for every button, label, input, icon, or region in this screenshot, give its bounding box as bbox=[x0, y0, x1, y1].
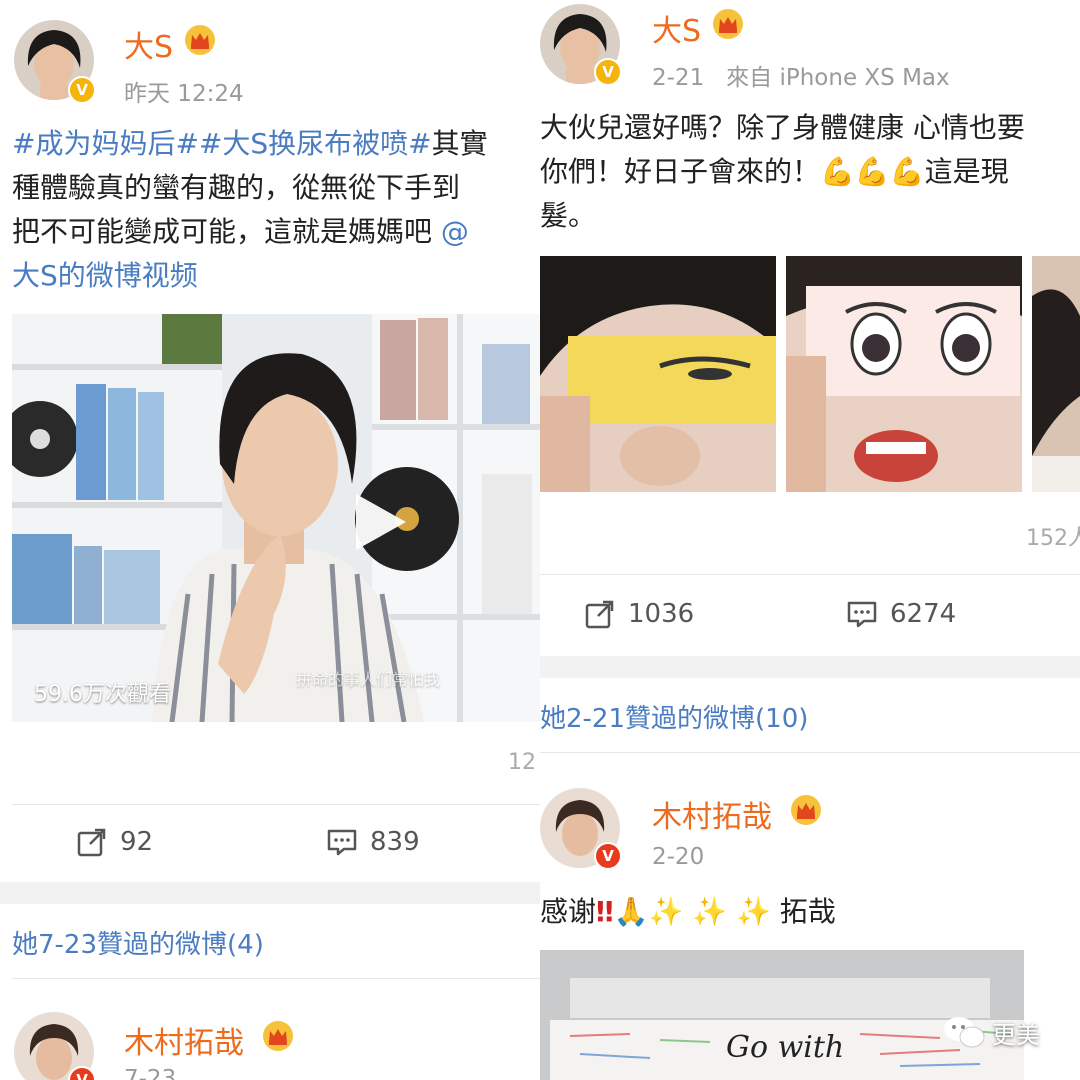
repost-count: 92 bbox=[120, 827, 154, 857]
sparkles-emoji: ✨ ✨ ✨ bbox=[648, 895, 771, 928]
wechat-icon bbox=[944, 1017, 985, 1048]
watermark: 更美 bbox=[942, 1014, 1040, 1050]
photo-handwriting: Go with bbox=[726, 1030, 845, 1065]
repost-button[interactable]: 1036 bbox=[584, 598, 694, 630]
hashtag-link[interactable]: #大S换尿布被喷# bbox=[199, 127, 432, 160]
post-text-line-1: #成为妈妈后##大S换尿布被喷#其實 bbox=[12, 127, 488, 160]
post-text-line-2: 種體驗真的蠻有趣的，從無從下手到 bbox=[12, 171, 461, 204]
hashtag-link[interactable]: #成为妈妈后# bbox=[12, 127, 199, 160]
right-screenshot: V 大S 2-21 來自 iPhone XS Max 大伙兒還好嗎？除了身體健康… bbox=[540, 0, 1080, 1080]
crown-icon bbox=[713, 9, 743, 39]
left-screenshot: V 大S 昨天 12:24 #成为妈妈后##大S换尿布被喷#其實 種體驗真的蠻有… bbox=[0, 0, 540, 1080]
divider bbox=[12, 804, 540, 805]
post-photo[interactable] bbox=[1032, 256, 1080, 492]
post-text-line-2: 你們！好日子會來的！💪💪💪這是現 bbox=[540, 155, 1009, 188]
post-text-line-3: 把不可能變成可能，這就是媽媽吧 @ bbox=[12, 215, 469, 248]
post-meta: 2-21 來自 iPhone XS Max bbox=[652, 58, 950, 92]
comment-button[interactable]: 6274 bbox=[846, 598, 956, 630]
comment-count: 839 bbox=[370, 827, 420, 857]
divider bbox=[540, 574, 1080, 575]
muscle-emoji: 💪💪💪 bbox=[820, 155, 925, 188]
comment-icon bbox=[847, 601, 877, 628]
post-text: 感谢‼🙏✨ ✨ ✨ 拓哉 bbox=[540, 895, 836, 928]
liked-posts-header[interactable]: 她2-21贊過的微博(10) bbox=[540, 698, 808, 735]
pray-emoji: 🙏 bbox=[613, 895, 649, 928]
repost-button[interactable]: 92 bbox=[76, 826, 153, 858]
verified-icon: V bbox=[594, 58, 622, 86]
section-gap bbox=[0, 882, 540, 904]
post-photo[interactable] bbox=[540, 256, 776, 492]
post-time: 2-20 bbox=[652, 844, 705, 870]
photo-image bbox=[786, 256, 1022, 492]
comment-count: 6274 bbox=[890, 599, 957, 629]
post-time: 2-21 bbox=[652, 65, 705, 91]
play-icon[interactable] bbox=[352, 492, 408, 552]
username[interactable]: 大S bbox=[124, 22, 173, 66]
verified-icon: V bbox=[68, 76, 96, 104]
post-time: 昨天 12:24 bbox=[124, 81, 244, 107]
divider bbox=[540, 752, 1080, 753]
like-count-clipped: 152人 bbox=[1026, 526, 1080, 551]
repost-icon bbox=[585, 600, 614, 629]
crown-icon bbox=[263, 1021, 293, 1051]
liked-posts-header[interactable]: 她7-23贊過的微博(4) bbox=[12, 924, 264, 961]
post-text-line-3: 髮。 bbox=[540, 199, 597, 232]
video-thumbnail[interactable]: 59.6万次觀看 拼命的事人们常怕我 bbox=[12, 314, 540, 722]
comment-button[interactable]: 839 bbox=[326, 826, 420, 858]
repost-icon bbox=[77, 828, 106, 857]
post-time: 7-23 bbox=[124, 1066, 177, 1080]
video-views: 59.6万次觀看 bbox=[34, 682, 171, 707]
video-subtitle: 拼命的事人们常怕我 bbox=[296, 670, 441, 689]
comment-icon bbox=[327, 829, 357, 856]
repost-count: 1036 bbox=[628, 599, 695, 629]
video-frame bbox=[12, 314, 540, 722]
username[interactable]: 木村拓哉 bbox=[652, 792, 772, 836]
username[interactable]: 木村拓哉 bbox=[124, 1018, 244, 1062]
post-source: 來自 iPhone XS Max bbox=[726, 65, 950, 91]
video-link[interactable]: 大S的微博视频 bbox=[12, 254, 198, 298]
crown-icon bbox=[185, 25, 215, 55]
divider bbox=[12, 978, 540, 979]
photo-image bbox=[1032, 256, 1080, 492]
double-exclamation-emoji: ‼ bbox=[596, 895, 614, 928]
verified-icon: V bbox=[594, 842, 622, 870]
section-gap bbox=[540, 656, 1080, 678]
post-text-line-1: 大伙兒還好嗎？除了身體健康 心情也要 bbox=[540, 111, 1025, 144]
photo-image bbox=[540, 256, 776, 492]
username[interactable]: 大S bbox=[652, 6, 701, 50]
like-count-clipped: 12 bbox=[508, 750, 536, 775]
crown-icon bbox=[791, 795, 821, 825]
mention-link[interactable]: @ bbox=[441, 215, 469, 248]
post-photo[interactable] bbox=[786, 256, 1022, 492]
